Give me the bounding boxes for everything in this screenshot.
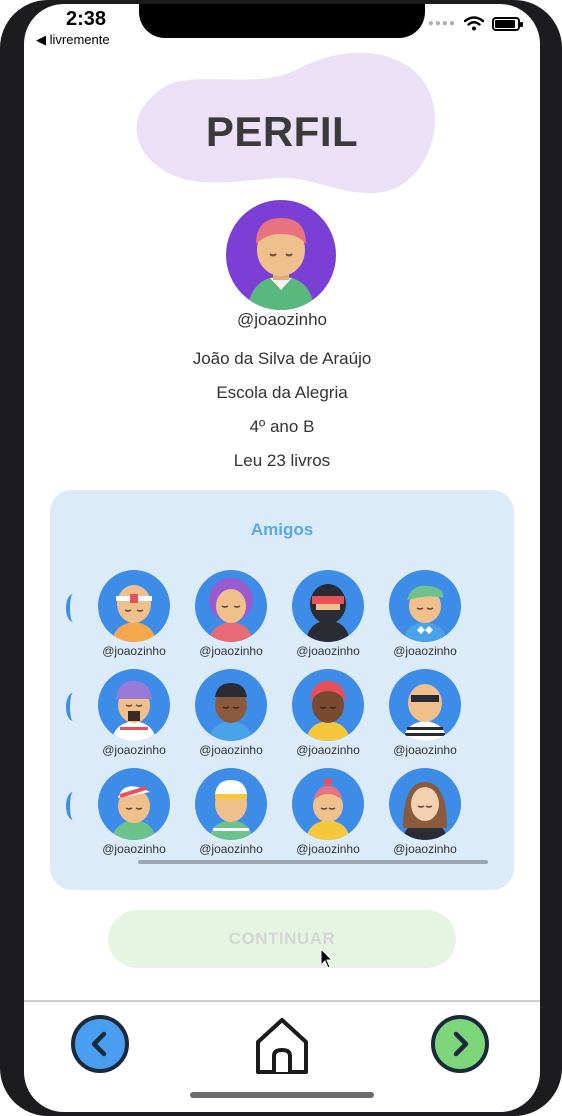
friend-item[interactable]: @joaozinho [195,570,267,658]
friend-handle: @joaozinho [393,743,457,757]
profile-school: Escola da Alegria [216,383,348,402]
friend-avatar [98,768,170,840]
friend-avatar [195,570,267,642]
friend-avatar [195,768,267,840]
friends-title: Amigos [250,520,314,539]
status-time: 2:38 [66,8,107,30]
chevron-right-circle-icon[interactable] [430,1014,490,1074]
profile-avatar [226,200,336,310]
friend-avatar [195,669,267,741]
friends-row: @joaozinho @joaozinho @joaozinho @joaozi… [98,768,498,856]
page-title: PERFIL [205,108,359,155]
partial-friend-avatar [66,693,80,721]
friend-handle: @joaozinho [102,842,166,856]
friend-item[interactable]: @joaozinho [389,669,461,757]
continue-button[interactable]: CONTINUAR [108,910,456,968]
friend-handle: @joaozinho [393,842,457,856]
friends-row: @joaozinho @joaozinho @joaozinho @joaozi… [98,669,498,757]
friend-item[interactable]: @joaozinho [389,570,461,658]
friend-item[interactable]: @joaozinho [98,570,170,658]
friend-handle: @joaozinho [296,842,360,856]
friend-item[interactable]: @joaozinho [195,768,267,856]
friend-item[interactable]: @joaozinho [292,669,364,757]
mouse-cursor-icon [320,948,334,969]
signal-icon: ●●●● [427,18,456,29]
profile-grade: 4º ano B [249,417,315,436]
friend-item[interactable]: @joaozinho [292,570,364,658]
friend-item[interactable]: @joaozinho [195,669,267,757]
wifi-icon [464,16,484,31]
bottom-nav-divider [24,1000,540,1002]
friend-avatar [292,669,364,741]
friend-avatar [389,570,461,642]
friend-avatar [98,669,170,741]
friend-item[interactable]: @joaozinho [98,669,170,757]
friends-grid: @joaozinho @joaozinho @joaozinho @joaozi… [98,570,498,867]
friend-handle: @joaozinho [199,644,263,658]
partial-friend-avatar [66,594,80,622]
friend-handle: @joaozinho [199,842,263,856]
horizontal-scrollbar[interactable] [138,860,488,864]
partial-friend-avatar [66,792,80,820]
profile-books-read: Leu 23 livros [233,451,331,470]
friend-avatar [292,570,364,642]
battery-icon [492,16,523,31]
home-indicator[interactable] [190,1092,374,1098]
friend-avatar [98,570,170,642]
friend-avatar [292,768,364,840]
profile-handle: @joaozinho [236,310,328,329]
notch [139,4,425,38]
friend-item[interactable]: @joaozinho [292,768,364,856]
status-icons: ●●●● [427,16,523,31]
chevron-left-circle-icon[interactable] [70,1014,130,1074]
friend-handle: @joaozinho [296,743,360,757]
friend-item[interactable]: @joaozinho [389,768,461,856]
friend-avatar [389,669,461,741]
screen: 2:38 ◀ livremente ●●●● PERFIL @joaozinho… [24,4,540,1112]
phone-frame: 2:38 ◀ livremente ●●●● PERFIL @joaozinho… [0,0,562,1116]
friends-row: @joaozinho @joaozinho @joaozinho @joaozi… [98,570,498,658]
home-icon[interactable] [250,1012,314,1076]
friend-item[interactable]: @joaozinho [98,768,170,856]
friend-handle: @joaozinho [102,743,166,757]
friends-panel[interactable]: Amigos @joaozinho @joaozinho @joaozinho … [50,490,514,890]
friend-avatar [389,768,461,840]
friend-handle: @joaozinho [199,743,263,757]
friend-handle: @joaozinho [393,644,457,658]
friend-handle: @joaozinho [296,644,360,658]
profile-name: João da Silva de Araújo [192,349,372,368]
back-to-app-link[interactable]: ◀ livremente [36,32,110,48]
friend-handle: @joaozinho [102,644,166,658]
